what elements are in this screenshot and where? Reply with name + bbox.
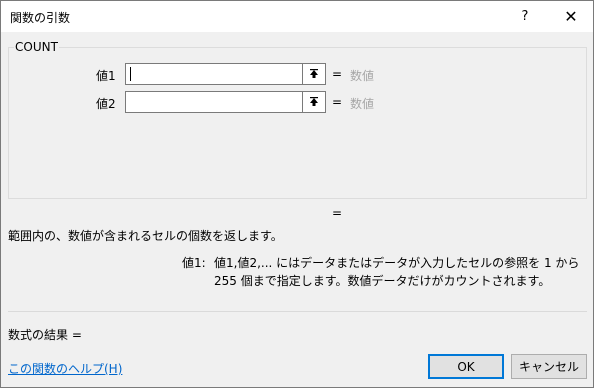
arg1-equals: = — [332, 67, 343, 81]
arg2-equals: = — [332, 95, 343, 109]
arg1-result: 数値 — [350, 69, 375, 83]
function-result-equals: = — [332, 206, 343, 220]
help-icon: ? — [521, 9, 529, 24]
arg2-collapse-button[interactable] — [302, 91, 326, 113]
arg2-result: 数値 — [350, 97, 375, 111]
arg1-label: 値1 — [96, 69, 116, 83]
arg-description-text: 値1,値2,... にはデータまたはデータが入力したセルの参照を 1 から 25… — [214, 256, 580, 288]
close-button[interactable]: ✕ — [549, 1, 593, 32]
arg1-collapse-button[interactable] — [302, 63, 326, 85]
arg1-input[interactable] — [125, 63, 303, 85]
divider — [8, 311, 587, 312]
text-caret — [130, 67, 131, 81]
formula-result: 数式の結果 = — [8, 328, 82, 342]
collapse-dialog-icon — [310, 69, 318, 78]
help-button[interactable]: ? — [503, 1, 547, 32]
arg2-input[interactable] — [125, 91, 303, 113]
title-bar: 関数の引数 ? ✕ — [1, 1, 593, 32]
ok-button[interactable]: OK — [428, 354, 504, 379]
arg-description-name: 値1: — [182, 256, 206, 270]
arg2-label: 値2 — [96, 97, 116, 111]
cancel-button[interactable]: キャンセル — [511, 354, 587, 379]
dialog-title: 関数の引数 — [10, 11, 71, 25]
function-name-label: COUNT — [14, 40, 59, 54]
function-help-link[interactable]: この関数のヘルプ(H) — [8, 360, 122, 377]
close-icon: ✕ — [564, 7, 578, 26]
function-arguments-dialog: 関数の引数 ? ✕ COUNT 値1 = 数値 値2 = 数値 = 範囲内の、数… — [0, 0, 594, 388]
collapse-dialog-icon — [310, 97, 318, 106]
function-description: 範囲内の、数値が含まれるセルの個数を返します。 — [8, 229, 283, 243]
